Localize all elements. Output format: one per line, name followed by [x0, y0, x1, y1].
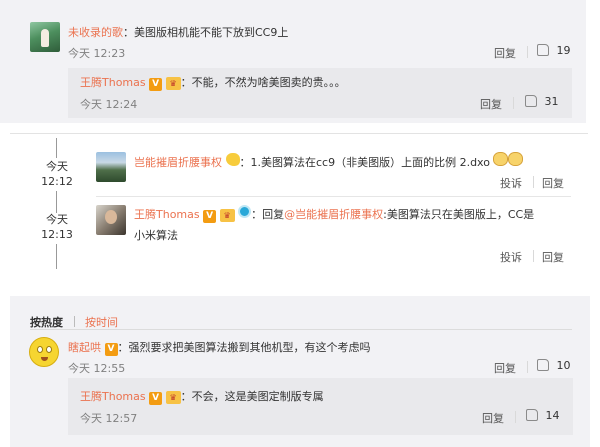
- timeline-line: [56, 191, 57, 213]
- reply-reply-button[interactable]: 回复: [480, 96, 502, 112]
- comment-line: 未收录的歌：美图版相机能不能下放到CC9上: [68, 24, 288, 40]
- thumbs-up-icon: [525, 95, 537, 107]
- emoji-eye-icon: [37, 346, 43, 353]
- emoji-eye-icon: [46, 346, 52, 353]
- vip-icon: ♛: [165, 77, 181, 90]
- post-text-suffix: :美图算法只在美图版上，CC是: [383, 208, 535, 221]
- post-text-prefix: ：回复: [251, 208, 285, 221]
- vip-icon: ♛: [219, 209, 235, 222]
- mention-link[interactable]: @岂能摧眉折腰事权: [284, 208, 383, 221]
- comment-time: 今天 12:55: [68, 362, 126, 375]
- reply-time: 今天 12:24: [80, 98, 138, 111]
- post-line: 王腾Thomas V ♛ ：回复@岂能摧眉折腰事权:美图算法只在美图版上，CC是: [134, 205, 534, 223]
- verified-icon: V: [104, 343, 118, 356]
- sort-by-hot-tab[interactable]: 按热度: [30, 316, 63, 329]
- like-button[interactable]: 10: [537, 359, 571, 372]
- sort-tabs: 按热度 按时间: [30, 314, 118, 330]
- reply-like-count: 14: [545, 409, 560, 422]
- avatar[interactable]: [96, 152, 126, 182]
- divider: [527, 361, 528, 373]
- timeline-day: 今天: [46, 213, 68, 226]
- verified-icon: V: [149, 392, 163, 405]
- reply-button[interactable]: 回复: [542, 175, 564, 191]
- comment-text: ：美图版相机能不能下放到CC9上: [123, 26, 289, 39]
- reply-line: 王腾Thomas V ♛ ：不能，不然为啥美图卖的贵。。。: [80, 74, 346, 91]
- timeline-clock: 12:13: [41, 228, 73, 241]
- divider: [527, 46, 528, 58]
- reply-button[interactable]: 回复: [542, 249, 564, 265]
- sort-divider: [30, 329, 572, 330]
- avatar[interactable]: [29, 337, 59, 367]
- like-button[interactable]: 19: [537, 44, 571, 57]
- cat-emoji-icon: [508, 152, 524, 166]
- duck-emoji-icon: [225, 153, 240, 166]
- sort-by-time-tab[interactable]: 按时间: [85, 316, 118, 329]
- reply-reply-button[interactable]: 回复: [482, 410, 504, 426]
- post-text-line2: 小米算法: [134, 229, 178, 242]
- timeline-time: 今天 12:13: [40, 212, 74, 242]
- like-count: 19: [556, 44, 571, 57]
- tab-divider: [73, 316, 75, 327]
- reply-like-button[interactable]: 14: [526, 409, 560, 422]
- cat-emoji-icon: [493, 152, 509, 166]
- emoji-mouth-icon: [41, 357, 48, 361]
- post-divider: [96, 196, 571, 197]
- username-link[interactable]: 未收录的歌: [68, 26, 123, 39]
- reply-username-link[interactable]: 王腾Thomas: [80, 390, 146, 403]
- timeline-time: 今天 12:12: [40, 159, 74, 189]
- avatar-figure: [41, 29, 49, 47]
- username-link[interactable]: 王腾Thomas: [134, 208, 200, 221]
- reply-username-link[interactable]: 王腾Thomas: [80, 76, 146, 89]
- like-count: 10: [556, 359, 571, 372]
- reply-box: [68, 378, 573, 435]
- thumbs-up-icon: [537, 359, 549, 371]
- username-link[interactable]: 瞎起哄: [68, 341, 101, 354]
- timeline-line: [56, 244, 57, 269]
- divider: [515, 411, 516, 423]
- reply-text: ：不能，不然为啥美图卖的贵。。。: [180, 76, 346, 89]
- thumbs-up-icon: [526, 409, 538, 421]
- avatar[interactable]: [96, 205, 126, 235]
- reply-button[interactable]: 回复: [494, 45, 516, 61]
- thumbs-up-icon: [537, 44, 549, 56]
- thread-divider-top: [10, 133, 588, 134]
- post-line: 岂能摧眉折腰事权 ：1.美图算法在cc9（非美图版）上面的比例 2.dxo: [134, 152, 524, 170]
- camera-badge-icon: [238, 205, 252, 218]
- comment-line: 瞎起哄 V ：强烈要求把美图算法搬到其他机型，有这个考虑吗: [68, 339, 371, 356]
- vip-icon: ♛: [165, 391, 181, 404]
- avatar-face: [105, 210, 117, 224]
- reply-text: ：不会，这是美图定制版专属: [180, 390, 324, 403]
- reply-like-button[interactable]: 31: [525, 95, 559, 108]
- verified-icon: V: [203, 210, 217, 223]
- timeline-clock: 12:12: [41, 175, 73, 188]
- timeline-day: 今天: [46, 160, 68, 173]
- reply-time: 今天 12:57: [80, 412, 138, 425]
- avatar[interactable]: [30, 22, 60, 52]
- comment-text: ：强烈要求把美图算法搬到其他机型，有这个考虑吗: [117, 341, 371, 354]
- divider: [533, 176, 534, 188]
- reply-button[interactable]: 回复: [494, 360, 516, 376]
- comment-time: 今天 12:23: [68, 47, 126, 60]
- divider: [513, 97, 514, 109]
- username-link[interactable]: 岂能摧眉折腰事权: [134, 156, 222, 169]
- report-button[interactable]: 投诉: [500, 175, 522, 191]
- divider: [533, 250, 534, 262]
- reply-like-count: 31: [544, 95, 559, 108]
- timeline-line: [56, 138, 57, 158]
- reply-line: 王腾Thomas V ♛ ：不会，这是美图定制版专属: [80, 388, 324, 405]
- report-button[interactable]: 投诉: [500, 249, 522, 265]
- post-text: ：1.美图算法在cc9（非美图版）上面的比例 2.dxo: [239, 156, 490, 169]
- verified-icon: V: [149, 78, 163, 91]
